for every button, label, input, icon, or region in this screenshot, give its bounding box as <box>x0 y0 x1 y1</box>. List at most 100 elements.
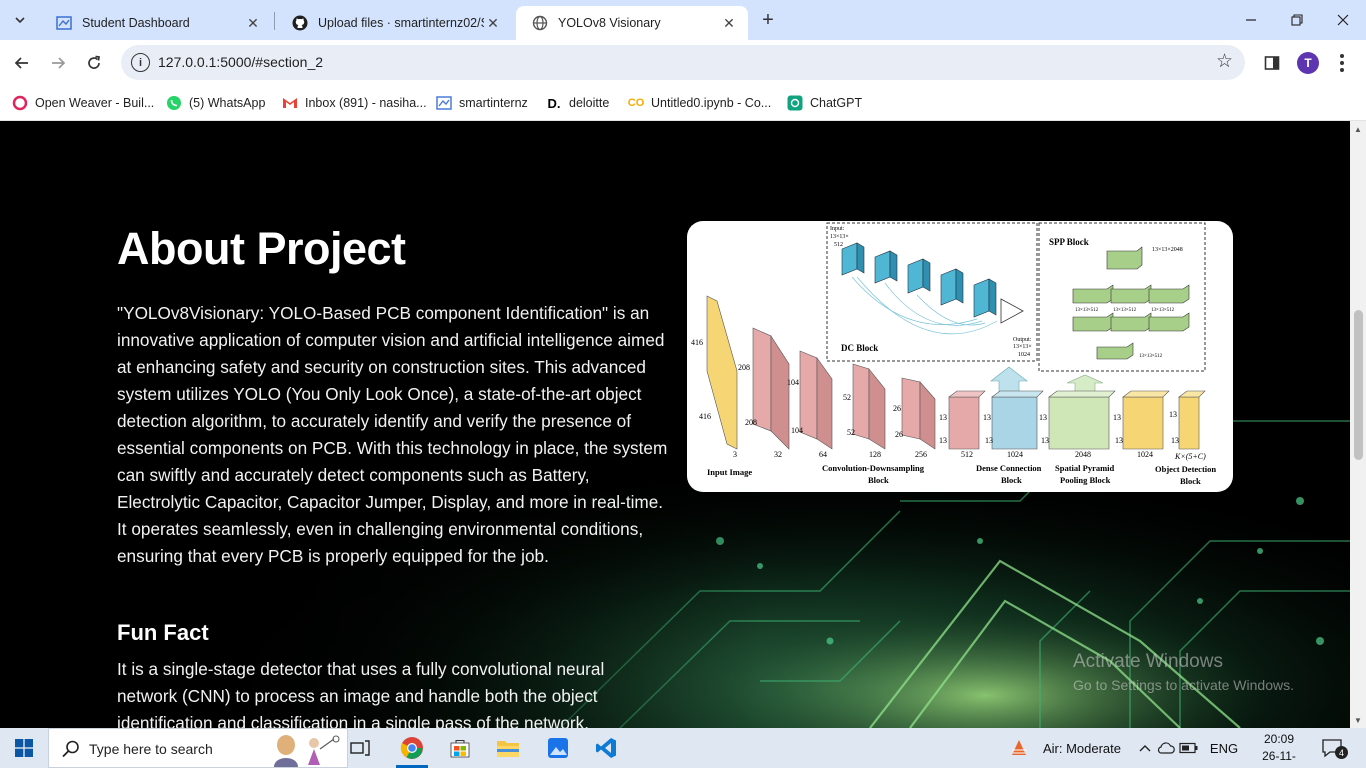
bookmark-label: smartinternz <box>459 96 528 110</box>
fun-fact-heading: Fun Fact <box>117 620 209 645</box>
battery-icon[interactable] <box>1178 728 1200 768</box>
gmail-icon <box>282 95 298 111</box>
close-icon[interactable]: ✕ <box>244 14 262 32</box>
start-button[interactable] <box>0 728 48 768</box>
side-panel-icon <box>1264 56 1280 70</box>
address-bar[interactable]: i 127.0.0.1:5000/#section_2 ☆ <box>121 45 1245 80</box>
bookmark-label: deloitte <box>569 96 610 110</box>
restore-icon <box>1291 14 1303 26</box>
site-info-icon[interactable]: i <box>131 53 150 72</box>
bookmark-colab[interactable]: CO Untitled0.ipynb - Co... <box>628 92 771 114</box>
back-button[interactable] <box>7 48 37 78</box>
air-quality-icon[interactable] <box>1006 728 1032 768</box>
block-dim: K×(5+C) <box>1174 452 1206 461</box>
close-window-button[interactable] <box>1320 0 1366 40</box>
notifications-button[interactable]: 4 <box>1320 736 1348 760</box>
block-dim: 128 <box>869 450 881 459</box>
block-dim: 13 <box>1171 436 1179 445</box>
watermark-title: Activate Windows <box>1073 651 1223 672</box>
menu-button[interactable] <box>1334 50 1350 76</box>
chevron-down-icon <box>15 17 25 24</box>
spp-mid-size-3: 13×13×512 <box>1151 308 1175 313</box>
dc-output-label: Output: <box>1013 337 1032 343</box>
tab-search-button[interactable] <box>8 8 32 32</box>
watermark-subtitle: Go to Settings to activate Windows. <box>1073 677 1294 693</box>
arrow-left-icon <box>14 57 28 69</box>
open-weaver-icon <box>12 95 28 111</box>
block-dim: 52 <box>847 428 855 437</box>
smartinternz-icon <box>436 95 452 111</box>
weather-status[interactable]: Air: Moderate <box>1036 728 1128 768</box>
globe-icon <box>532 15 548 31</box>
bookmark-chatgpt[interactable]: ChatGPT <box>787 92 862 114</box>
caption-dense-line1: Dense Connection <box>976 463 1042 473</box>
block-dim: 52 <box>843 393 851 402</box>
taskbar-chrome[interactable] <box>388 728 436 768</box>
url-text[interactable]: 127.0.0.1:5000/#section_2 <box>158 54 323 70</box>
notification-count: 4 <box>1335 746 1348 759</box>
caption-conv-line2: Block <box>868 475 889 485</box>
tab-title: YOLOv8 Visionary <box>558 16 661 30</box>
bookmark-deloitte[interactable]: D. deloitte <box>546 92 610 114</box>
bookmark-star-icon[interactable]: ☆ <box>1216 50 1233 73</box>
taskbar-vscode[interactable] <box>582 728 630 768</box>
bookmark-gmail[interactable]: Inbox (891) - nasiha... <box>282 92 427 114</box>
chatgpt-icon <box>787 95 803 111</box>
forward-button[interactable] <box>43 48 73 78</box>
tab-separator <box>274 12 275 30</box>
bookmark-smartinternz[interactable]: smartinternz <box>436 92 528 114</box>
windows-logo-icon <box>15 739 33 757</box>
taskbar-photos[interactable] <box>534 728 582 768</box>
close-icon[interactable]: ✕ <box>720 14 738 32</box>
close-icon[interactable]: ✕ <box>484 14 502 32</box>
scroll-thumb[interactable] <box>1354 310 1363 460</box>
bookmark-whatsapp[interactable]: (5) WhatsApp <box>166 92 265 114</box>
store-icon <box>450 740 470 758</box>
scroll-up-arrow[interactable]: ▲ <box>1350 121 1366 137</box>
side-panel-button[interactable] <box>1261 52 1283 74</box>
tab-student-dashboard[interactable]: Student Dashboard ✕ <box>40 6 272 40</box>
search-highlight-illustration <box>274 735 340 767</box>
taskbar-file-explorer[interactable] <box>484 728 532 768</box>
new-tab-button[interactable]: + <box>756 8 780 32</box>
caption-spp-line2: Pooling Block <box>1060 475 1111 485</box>
colab-icon: CO <box>627 97 645 109</box>
block-dim: 13 <box>983 413 991 422</box>
bookmark-open-weaver[interactable]: Open Weaver - Buil... <box>12 92 154 114</box>
caption-input-image: Input Image <box>707 467 752 477</box>
bookmark-label: Untitled0.ipynb - Co... <box>651 96 772 110</box>
minimize-button[interactable] <box>1228 0 1274 40</box>
reload-button[interactable] <box>79 48 109 78</box>
block-dim: 13 <box>1113 413 1121 422</box>
bookmark-label: ChatGPT <box>810 96 863 110</box>
taskbar-microsoft-store[interactable] <box>436 728 484 768</box>
block-dim: 13 <box>1039 413 1047 422</box>
cloud-icon[interactable] <box>1156 728 1176 768</box>
reload-icon <box>88 55 100 69</box>
block-dim: 104 <box>787 378 799 387</box>
task-view-button[interactable] <box>336 728 384 768</box>
profile-avatar[interactable]: T <box>1297 52 1319 74</box>
scroll-down-arrow[interactable]: ▼ <box>1350 712 1366 728</box>
block-dim: 208 <box>738 363 750 372</box>
dc-input-label: Input: <box>830 226 845 232</box>
chevron-up-icon[interactable] <box>1136 728 1154 768</box>
tab-strip: Student Dashboard ✕ Upload files · smart… <box>0 0 1366 40</box>
taskbar-search-box[interactable]: Type here to search <box>48 728 348 768</box>
system-clock[interactable]: 20:09 26-11-2023 <box>1250 731 1308 768</box>
spp-bottom-size: 13×13×512 <box>1139 354 1163 359</box>
student-dashboard-favicon <box>56 15 72 31</box>
block-dim: 13 <box>939 413 947 422</box>
language-indicator[interactable]: ENG <box>1208 728 1240 768</box>
page-viewport: About Project "YOLOv8Visionary: YOLO-Bas… <box>0 121 1350 728</box>
caption-det-line2: Block <box>1180 476 1201 486</box>
block-dim: 256 <box>915 450 927 459</box>
page-scrollbar[interactable]: ▲ ▼ <box>1350 121 1366 728</box>
tab-upload-files[interactable]: Upload files · smartinternz02/SI ✕ <box>276 6 512 40</box>
tab-yolov8-visionary[interactable]: YOLOv8 Visionary ✕ <box>516 6 748 40</box>
bookmarks-bar: Open Weaver - Buil... (5) WhatsApp Inbox… <box>0 86 1366 121</box>
caption-det-line1: Object Detection <box>1155 464 1216 474</box>
restore-button[interactable] <box>1274 0 1320 40</box>
arrow-right-icon <box>52 57 66 69</box>
task-view-icon <box>350 740 370 756</box>
